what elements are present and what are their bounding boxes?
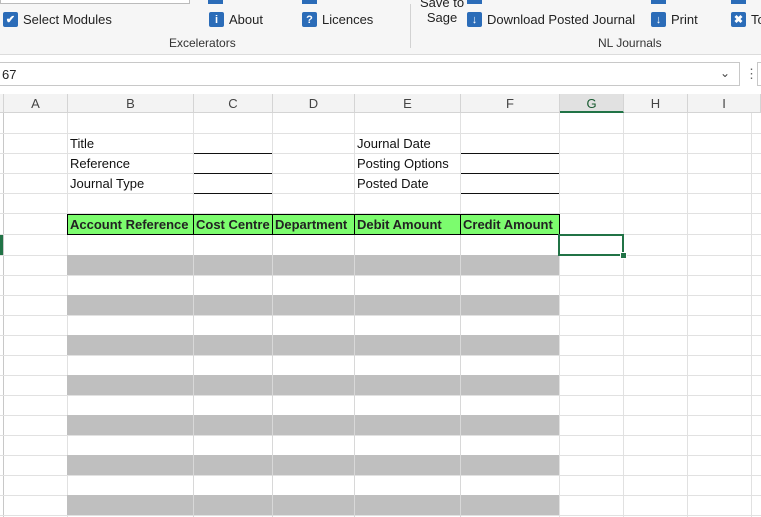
journal-date-field[interactable] [461, 153, 559, 154]
print-button[interactable]: ↓ Print [651, 12, 698, 27]
gridline [193, 235, 194, 517]
checkmark-icon: ✔ [3, 12, 18, 27]
gridline [0, 395, 761, 396]
gridline [460, 235, 461, 517]
table-row[interactable] [67, 295, 559, 315]
ribbon: ✔ Select Modules i About ? Licences Exce… [0, 0, 761, 55]
gridline [272, 235, 273, 517]
ribbon-top-cut-icon [731, 0, 749, 4]
row-selection-indicator [0, 235, 3, 255]
excelerators-group-label: Excelerators [169, 36, 236, 50]
gridline [0, 315, 761, 316]
ribbon-top-cut-icon [651, 0, 669, 4]
ribbon-top-cut-icon [208, 0, 226, 4]
column-header-i[interactable]: I [688, 94, 761, 113]
ribbon-top-cut-control [0, 0, 190, 4]
table-header-department: Department [272, 214, 355, 235]
column-header-a[interactable]: A [4, 94, 68, 113]
table-row[interactable] [67, 375, 559, 395]
journal-type-label: Journal Type [70, 176, 145, 191]
table-header-account-reference: Account Reference [67, 214, 194, 235]
download-posted-journal-label: Download Posted Journal [487, 12, 636, 27]
title-label: Title [70, 136, 95, 151]
worksheet-grid: A B C D E F G H I Title Reference Journa… [0, 94, 761, 517]
about-label: About [229, 12, 263, 27]
gridline [0, 435, 761, 436]
table-header-debit-amount: Debit Amount [354, 214, 461, 235]
ribbon-top-cut-icon [467, 0, 485, 4]
select-modules-label: Select Modules [23, 12, 112, 27]
save-to-sage-label-line1: Save to [420, 0, 465, 10]
column-header-h[interactable]: H [624, 94, 688, 113]
journal-type-field[interactable] [194, 193, 272, 194]
table-header-credit-amount: Credit Amount [460, 214, 560, 235]
reference-field[interactable] [194, 173, 272, 174]
nl-journals-group-label: NL Journals [598, 36, 662, 50]
table-row[interactable] [67, 255, 559, 275]
column-header-d[interactable]: D [273, 94, 355, 113]
formula-input[interactable] [757, 62, 761, 86]
reference-label: Reference [70, 156, 130, 171]
gridline [0, 515, 761, 516]
posted-date-label: Posted Date [357, 176, 429, 191]
info-icon: i [209, 12, 224, 27]
download-icon: ↓ [651, 12, 666, 27]
tools-button[interactable]: ✖ To [731, 12, 761, 27]
table-row[interactable] [67, 415, 559, 435]
chevron-down-icon[interactable]: ⌄ [720, 66, 730, 80]
posting-options-field[interactable] [461, 173, 559, 174]
posting-options-label: Posting Options [357, 156, 449, 171]
table-row[interactable] [67, 495, 559, 515]
name-box[interactable]: 67 [0, 62, 740, 86]
table-header-cost-centre: Cost Centre [193, 214, 273, 235]
table-row[interactable] [67, 335, 559, 355]
column-header-f[interactable]: F [461, 94, 560, 113]
column-header-c[interactable]: C [194, 94, 273, 113]
ribbon-group-separator [410, 4, 411, 48]
download-posted-journal-button[interactable]: ↓ Download Posted Journal [467, 12, 635, 27]
select-modules-button[interactable]: ✔ Select Modules [3, 12, 112, 27]
tools-label: To [751, 12, 761, 27]
formula-bar: 67 ⌄ ⋮ [0, 58, 761, 90]
title-field[interactable] [194, 153, 272, 154]
licences-button[interactable]: ? Licences [302, 12, 373, 27]
gridline [0, 475, 761, 476]
print-label: Print [671, 12, 698, 27]
download-icon: ↓ [467, 12, 482, 27]
column-header-g[interactable]: G [560, 94, 624, 113]
active-cell[interactable] [558, 234, 624, 256]
gridline [354, 235, 355, 517]
ribbon-top-cut-icon [302, 0, 320, 4]
gridline [0, 355, 761, 356]
save-to-sage-button[interactable]: Save to Sage [420, 0, 464, 25]
fill-handle[interactable] [620, 252, 627, 259]
table-row[interactable] [67, 455, 559, 475]
licences-label: Licences [322, 12, 374, 27]
about-button[interactable]: i About [209, 12, 263, 27]
journal-date-label: Journal Date [357, 136, 431, 151]
gridline [0, 275, 761, 276]
save-to-sage-label-line2: Sage [426, 10, 458, 25]
tools-icon: ✖ [731, 12, 746, 27]
posted-date-field[interactable] [461, 193, 559, 194]
name-box-value: 67 [2, 67, 17, 82]
key-icon: ? [302, 12, 317, 27]
column-header-b[interactable]: B [68, 94, 194, 113]
column-header-e[interactable]: E [355, 94, 461, 113]
